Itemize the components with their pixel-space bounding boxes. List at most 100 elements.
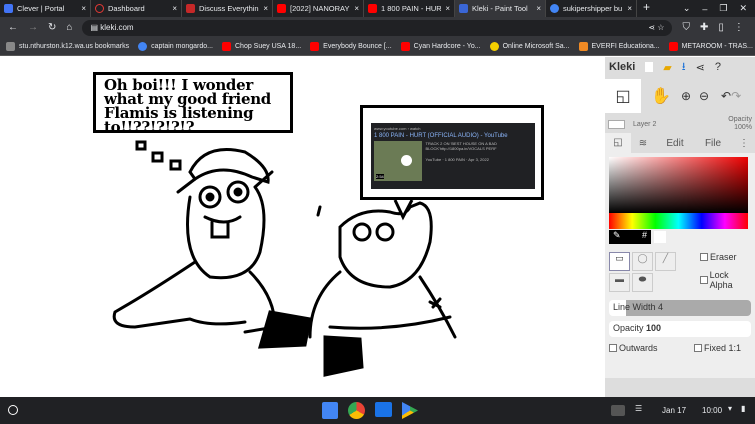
zoom-out-icon[interactable]: ⊖ <box>699 89 721 103</box>
outwards-checkbox[interactable]: Outwards <box>609 343 658 353</box>
share-icon[interactable]: ⋖ <box>648 23 655 32</box>
bookmark[interactable]: EVERFI Educationa... <box>578 42 660 51</box>
tab-file[interactable]: File <box>695 138 731 149</box>
minimize-icon[interactable]: – <box>702 4 707 14</box>
shape-tool-button[interactable]: ◱ <box>605 79 641 113</box>
close-icon[interactable]: × <box>81 4 86 13</box>
close-icon[interactable]: × <box>172 4 177 13</box>
shield-icon[interactable]: ⛉ <box>682 22 690 33</box>
bookmark[interactable]: Cyan Hardcore - Yo... <box>400 42 481 51</box>
hue-slider[interactable] <box>609 213 748 229</box>
tab-nanoray[interactable]: [2022] NANORAY × <box>273 0 364 17</box>
ellipse-outline-button[interactable]: ◯ <box>632 252 653 271</box>
bookmark[interactable]: Online Microsoft Sa... <box>489 42 570 51</box>
tab-search-icon[interactable]: ⌄ <box>683 3 691 14</box>
new-image-icon[interactable] <box>645 62 654 72</box>
everfi-icon <box>578 42 588 51</box>
line-width-slider[interactable]: Line Width 4 <box>609 300 751 316</box>
home-icon[interactable]: ⌂ <box>66 22 72 33</box>
drawing-canvas[interactable]: Oh boi!!! I wonder what my good friend F… <box>0 57 605 397</box>
taskbar: ☰ Jan 17 10:00 ▾ ▮ <box>0 397 755 424</box>
tab-google[interactable]: sukipershipper bu × <box>546 0 637 17</box>
menu-icon[interactable]: ⋮ <box>734 22 744 33</box>
tab-kleki[interactable]: Kleki - Paint Tool × <box>455 0 546 17</box>
line-button[interactable]: ╱ <box>655 252 676 271</box>
close-icon[interactable]: × <box>627 4 632 13</box>
battery-icon[interactable]: ▮ <box>741 404 745 413</box>
youtube-icon <box>668 42 678 51</box>
play-store-icon[interactable] <box>402 402 418 419</box>
lock-alpha-checkbox[interactable]: Lock Alpha <box>700 270 751 290</box>
star-icon[interactable]: ☆ <box>657 23 664 32</box>
close-icon[interactable]: × <box>263 4 268 13</box>
toolbar: ← → ↻ ⌂ ▤ kleki.com ⋖ ☆ ⛉ ✚ ▯ ⋮ <box>0 17 755 38</box>
restore-icon[interactable]: ❐ <box>719 3 727 14</box>
wifi-icon[interactable]: ▾ <box>728 404 732 413</box>
bookmark[interactable]: stu.nthurston.k12.wa.us bookmarks <box>6 42 129 51</box>
thought-dot <box>151 151 164 163</box>
tab-layers[interactable]: ≋ <box>631 138 655 149</box>
close-icon[interactable]: × <box>354 4 359 13</box>
bookmark[interactable]: METAROOM - TRAS... <box>668 42 753 51</box>
undo-icon[interactable]: ↶ <box>721 89 731 103</box>
address-bar[interactable]: ▤ kleki.com ⋖ ☆ <box>82 19 673 36</box>
hand-tool-button[interactable]: ✋ <box>641 86 681 106</box>
kleki-icon <box>459 4 468 13</box>
color-picker[interactable] <box>609 157 748 213</box>
more-icon[interactable]: ⋮ <box>739 138 749 149</box>
notes-icon[interactable]: ☰ <box>635 404 642 413</box>
tab-clever[interactable]: Clever | Portal × <box>0 0 91 17</box>
tab-brush[interactable]: ◱ <box>605 133 631 153</box>
friend-body <box>308 270 457 339</box>
friend-head <box>338 201 433 289</box>
eraser-checkbox[interactable]: Eraser <box>700 252 751 262</box>
fixed-ratio-checkbox[interactable]: Fixed 1:1 <box>693 343 741 353</box>
rect-outline-button[interactable]: ▭ <box>609 252 630 271</box>
help-icon[interactable]: ? <box>715 61 721 73</box>
thought-dot <box>169 159 182 171</box>
sidepanel-icon[interactable]: ▯ <box>718 22 724 33</box>
thought-dot <box>135 140 147 151</box>
opacity-slider[interactable]: Opacity 100 <box>609 321 751 337</box>
date[interactable]: Jan 17 <box>662 406 686 415</box>
launcher-icon[interactable] <box>8 405 18 415</box>
bookmark[interactable]: Everybody Bounce [... <box>310 42 392 51</box>
files-icon[interactable] <box>375 402 392 417</box>
kleki-panel: Kleki ▰ ⭳ ⋖ ? ◱ ✋ ⊕ ⊖ ↶ ↷ Layer 2 Opacity 1… <box>605 57 755 397</box>
redo-icon[interactable]: ↷ <box>731 89 741 103</box>
site-info-icon[interactable]: ▤ <box>90 23 98 32</box>
tab-edit[interactable]: Edit <box>655 138 695 149</box>
docs-icon[interactable] <box>322 402 338 419</box>
tab-discuss[interactable]: Discuss Everything × <box>182 0 273 17</box>
video-thumbnail[interactable]: 2:54 <box>374 141 422 181</box>
youtube-result[interactable]: www.youtube.com › watch 1 800 PAIN - HUR… <box>371 123 535 189</box>
rect-fill-button[interactable]: ▬ <box>609 273 630 292</box>
ellipse-fill-button[interactable]: ⬬ <box>632 273 653 292</box>
google-icon <box>550 4 559 13</box>
open-folder-icon[interactable]: ▰ <box>663 61 671 74</box>
download-icon[interactable]: ⭳ <box>682 58 686 77</box>
bookmark[interactable]: captain mongardo... <box>138 42 213 51</box>
back-icon[interactable]: ← <box>8 22 18 33</box>
close-icon[interactable]: × <box>536 4 541 13</box>
reload-icon[interactable]: ↻ <box>48 22 56 33</box>
zoom-in-icon[interactable]: ⊕ <box>681 89 699 103</box>
new-tab-button[interactable]: + <box>637 0 656 17</box>
dashboard-icon <box>95 4 104 13</box>
tab-1800pain[interactable]: 1 800 PAIN - HURT × <box>364 0 455 17</box>
screenshot-bubble: www.youtube.com › watch 1 800 PAIN - HUR… <box>360 105 544 200</box>
layer-thumbnail[interactable] <box>608 119 625 129</box>
bookmark[interactable]: Chop Suey USA 18... <box>222 42 301 51</box>
chrome-icon[interactable] <box>348 402 365 419</box>
share-icon[interactable]: ⋖ <box>696 61 705 74</box>
eyedropper-icon[interactable]: ✎ <box>613 230 621 244</box>
tray-icon[interactable] <box>611 405 625 416</box>
clock[interactable]: 10:00 <box>702 406 722 415</box>
shoes <box>257 310 364 377</box>
secondary-color[interactable] <box>654 231 666 243</box>
forward-icon[interactable]: → <box>28 22 38 33</box>
extensions-icon[interactable]: ✚ <box>700 22 708 33</box>
close-window-icon[interactable]: ✕ <box>739 3 747 14</box>
tab-dashboard[interactable]: Dashboard × <box>91 0 182 17</box>
close-icon[interactable]: × <box>445 4 450 13</box>
